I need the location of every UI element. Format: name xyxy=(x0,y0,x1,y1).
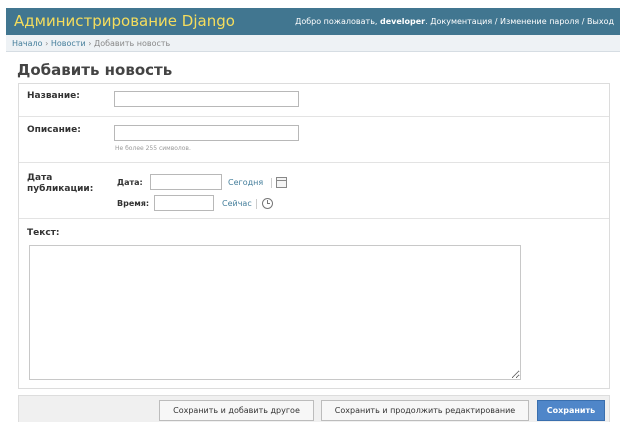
time-input[interactable] xyxy=(154,195,214,211)
breadcrumb: Начало › Новости › Добавить новость xyxy=(6,35,620,52)
separator xyxy=(271,178,272,188)
breadcrumb-separator: › xyxy=(45,39,49,48)
pub-date-label: Дата публикации: xyxy=(27,173,94,194)
title-label: Название: xyxy=(27,91,80,101)
breadcrumb-current: Добавить новость xyxy=(93,39,171,48)
breadcrumb-home[interactable]: Начало xyxy=(12,39,43,48)
pub-date-row: Дата публикации: Дата: Сегодня Время: Се… xyxy=(19,163,609,219)
description-label: Описание: xyxy=(27,125,81,135)
submit-row: Сохранить и добавить другое Сохранить и … xyxy=(18,395,610,422)
breadcrumb-separator: › xyxy=(88,39,92,48)
separator xyxy=(256,199,257,209)
save-and-continue-button[interactable]: Сохранить и продолжить редактирование xyxy=(321,400,529,421)
documentation-link[interactable]: Документация xyxy=(430,17,492,26)
page-title: Добавить новость xyxy=(17,61,173,79)
calendar-icon[interactable] xyxy=(276,177,287,188)
text-label: Текст: xyxy=(27,228,60,238)
today-link[interactable]: Сегодня xyxy=(228,178,263,187)
user-tools-separator: / xyxy=(581,17,585,26)
clock-icon[interactable] xyxy=(262,198,273,209)
description-input[interactable] xyxy=(114,125,299,141)
date-input[interactable] xyxy=(150,174,222,190)
time-label: Время: xyxy=(117,199,150,208)
now-link[interactable]: Сейчас xyxy=(222,199,252,208)
save-and-add-another-button[interactable]: Сохранить и добавить другое xyxy=(159,400,314,421)
breadcrumb-news[interactable]: Новости xyxy=(51,39,86,48)
date-label: Дата: xyxy=(117,178,143,187)
description-row: Описание: Не более 255 символов. xyxy=(19,117,609,163)
add-news-form: Название: Описание: Не более 255 символо… xyxy=(18,83,610,389)
title-row: Название: xyxy=(19,84,609,117)
title-input[interactable] xyxy=(114,91,299,107)
user-tools-separator: / xyxy=(494,17,498,26)
save-button[interactable]: Сохранить xyxy=(537,400,605,421)
text-textarea[interactable] xyxy=(29,245,521,380)
user-tools: Добро пожаловать, developer. Документаци… xyxy=(295,17,614,26)
description-help-text: Не более 255 символов. xyxy=(115,145,191,152)
logout-link[interactable]: Выход xyxy=(587,17,614,26)
change-password-link[interactable]: Изменение пароля xyxy=(500,17,579,26)
site-title[interactable]: Администрирование Django xyxy=(14,12,235,30)
username: developer xyxy=(380,17,426,26)
welcome-text: Добро пожаловать, xyxy=(295,17,378,26)
admin-header: Администрирование Django Добро пожаловат… xyxy=(6,8,620,35)
